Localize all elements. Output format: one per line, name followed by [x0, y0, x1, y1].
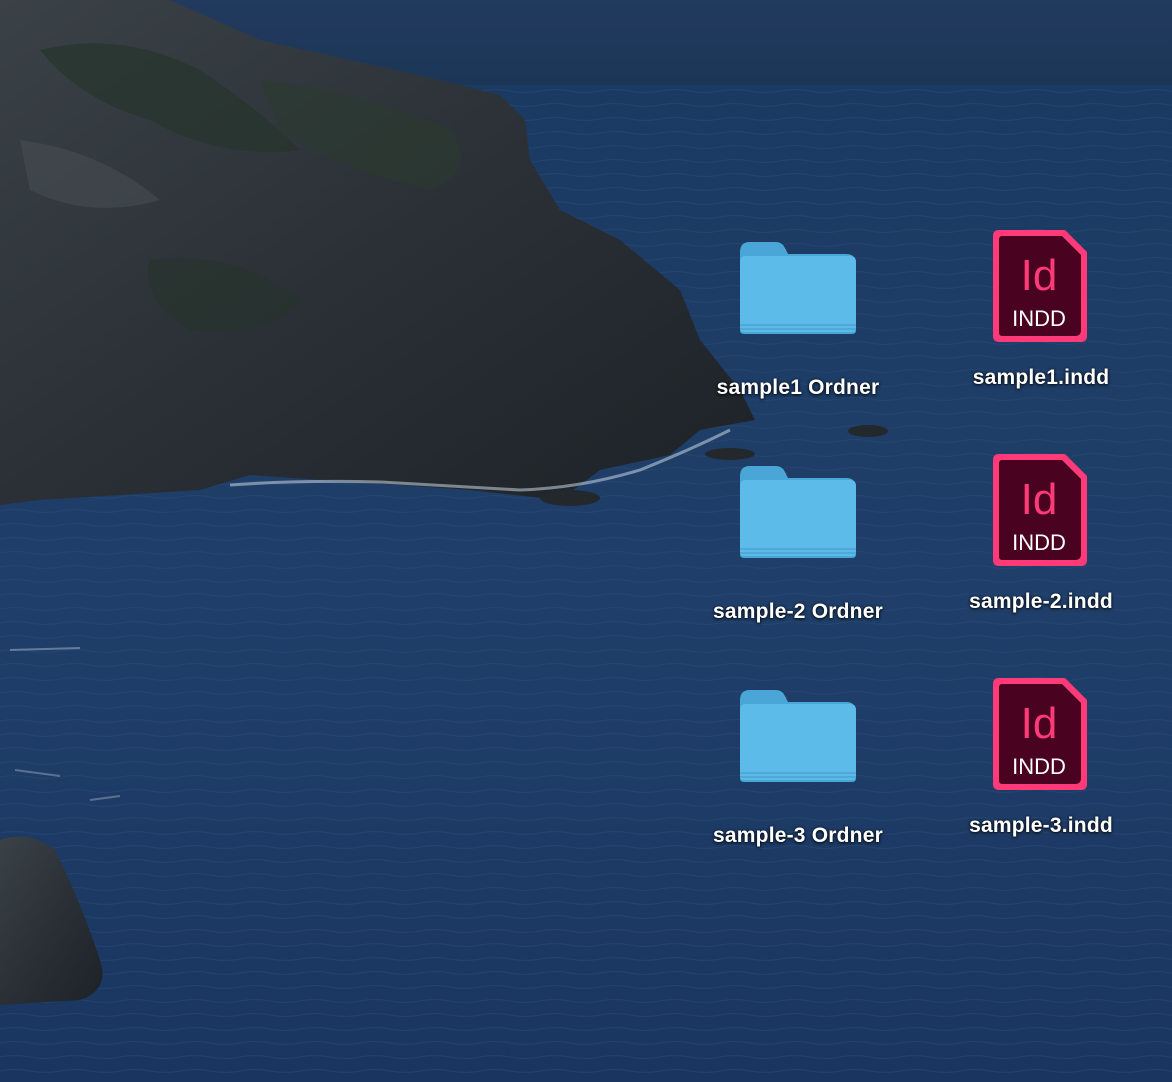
- indesign-file-icon: Id INDD: [993, 230, 1087, 342]
- file-label: sample-3.indd: [969, 814, 1113, 837]
- folder-icon: [740, 466, 856, 558]
- svg-text:Id: Id: [1021, 699, 1058, 748]
- desktop-item-sample1-folder[interactable]: sample1 Ordner: [678, 240, 918, 470]
- file-label: sample1.indd: [972, 366, 1110, 389]
- desktop-item-sample-2-indd[interactable]: Id INDD sample-2.indd: [921, 450, 1161, 680]
- indesign-file-icon: Id INDD: [993, 454, 1087, 566]
- desktop-item-sample-3-indd[interactable]: Id INDD sample-3.indd: [921, 674, 1161, 904]
- svg-text:Id: Id: [1021, 251, 1058, 300]
- svg-text:Id: Id: [1021, 475, 1058, 524]
- folder-icon: [740, 242, 856, 334]
- file-label: sample-2.indd: [969, 590, 1113, 613]
- folder-label: sample1 Ordner: [716, 376, 880, 399]
- desktop-item-sample-3-folder[interactable]: sample-3 Ordner: [678, 688, 918, 918]
- svg-text:INDD: INDD: [1012, 530, 1066, 555]
- indesign-file-icon: Id INDD: [993, 678, 1087, 790]
- folder-icon: [740, 690, 856, 782]
- folder-label: sample-3 Ordner: [713, 824, 883, 847]
- svg-text:INDD: INDD: [1012, 306, 1066, 331]
- desktop-item-sample-2-folder[interactable]: sample-2 Ordner: [678, 464, 918, 694]
- svg-text:INDD: INDD: [1012, 754, 1066, 779]
- desktop[interactable]: sample1 Ordner Id INDD sample1.indd samp…: [0, 0, 1172, 1082]
- folder-label: sample-2 Ordner: [713, 600, 883, 623]
- desktop-item-sample1-indd[interactable]: Id INDD sample1.indd: [921, 226, 1161, 456]
